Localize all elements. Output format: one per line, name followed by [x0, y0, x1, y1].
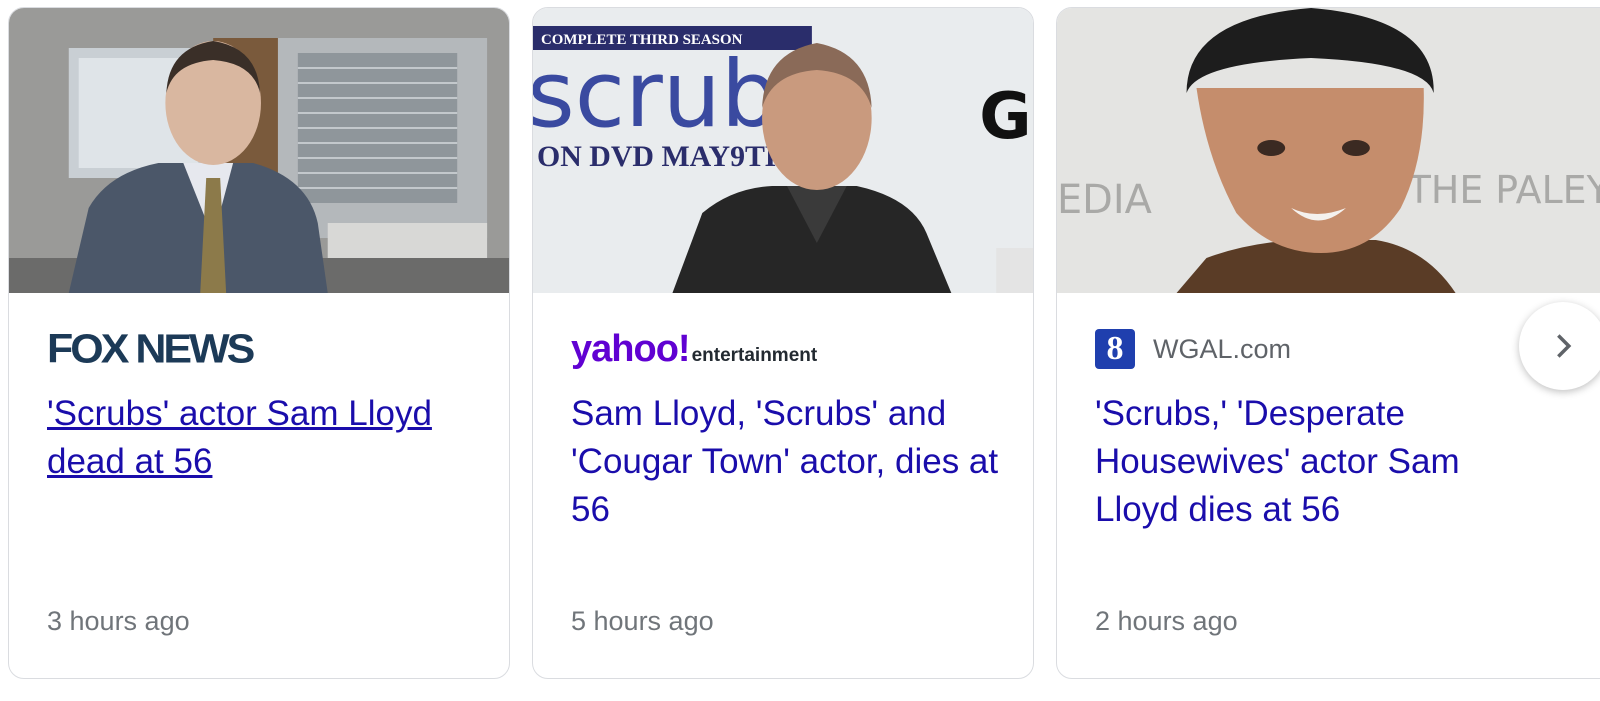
- timestamp: 2 hours ago: [1095, 606, 1238, 636]
- news-card[interactable]: FOX NEWS 'Scrubs' actor Sam Lloyd dead a…: [8, 7, 510, 679]
- image-right-text: THE PALEY: [1407, 168, 1600, 212]
- yahoo-wordmark: yahoo!: [571, 327, 691, 370]
- timestamp: 5 hours ago: [571, 606, 714, 636]
- fox-news-logo: FOX NEWS: [47, 325, 255, 372]
- headline-link[interactable]: Sam Lloyd, 'Scrubs' and 'Cougar Town' ac…: [571, 390, 1001, 534]
- wgal-badge-icon: 8: [1095, 329, 1135, 369]
- yahoo-entertainment-logo: yahoo! entertainment: [571, 328, 817, 371]
- yahoo-subbrand: entertainment: [691, 344, 818, 366]
- source-logo: FOX NEWS: [47, 325, 255, 372]
- source-name: WGAL.com: [1153, 333, 1292, 364]
- source-logo: 8 WGAL.com: [1095, 326, 1291, 372]
- headline-link[interactable]: 'Scrubs,' 'Desperate Housewives' actor S…: [1095, 390, 1525, 534]
- news-card[interactable]: COMPLETE THIRD SEASON scrubs ON DVD MAY9…: [532, 7, 1034, 679]
- timestamp: 3 hours ago: [47, 606, 190, 636]
- image-left-text: EDIA: [1057, 177, 1152, 223]
- headline-link[interactable]: 'Scrubs' actor Sam Lloyd dead at 56: [47, 390, 477, 486]
- image-date-text: ON DVD MAY9TH: [537, 140, 788, 173]
- news-thumbnail[interactable]: [9, 8, 509, 293]
- chevron-right-icon: [1557, 334, 1572, 358]
- news-carousel: FOX NEWS 'Scrubs' actor Sam Lloyd dead a…: [0, 0, 1600, 701]
- source-logo: yahoo! entertainment: [571, 326, 817, 372]
- news-thumbnail[interactable]: COMPLETE THIRD SEASON scrubs ON DVD MAY9…: [533, 8, 1033, 293]
- svg-text:G: G: [979, 80, 1031, 154]
- carousel-next-button[interactable]: [1519, 302, 1600, 390]
- news-thumbnail[interactable]: EDIA THE PALEY: [1057, 8, 1600, 293]
